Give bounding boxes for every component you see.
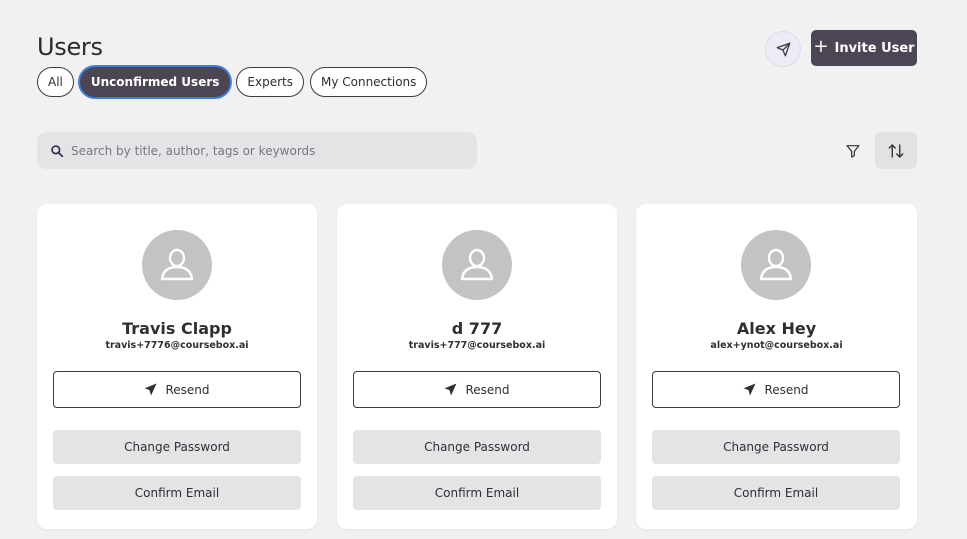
filter-tabs: All Unconfirmed Users Experts My Connect… (37, 67, 428, 97)
plus-icon: + (813, 36, 829, 57)
avatar (142, 230, 212, 300)
user-name: Travis Clapp (122, 319, 232, 338)
search-icon (50, 144, 64, 158)
user-email: alex+ynot@coursebox.ai (710, 340, 843, 351)
send-icon (144, 383, 157, 396)
filter-icon (845, 143, 861, 159)
tab-unconfirmed-users[interactable]: Unconfirmed Users (79, 67, 231, 97)
send-invite-button[interactable] (765, 31, 801, 67)
user-icon (157, 245, 197, 285)
tab-all[interactable]: All (37, 67, 74, 97)
send-icon (743, 383, 756, 396)
user-name: d 777 (451, 319, 503, 338)
confirm-email-button[interactable]: Confirm Email (53, 476, 301, 510)
confirm-email-button[interactable]: Confirm Email (353, 476, 601, 510)
user-card: Alex Hey alex+ynot@coursebox.ai Resend C… (636, 204, 917, 529)
avatar (741, 230, 811, 300)
user-email: travis+777@coursebox.ai (408, 340, 546, 351)
avatar (442, 230, 512, 300)
user-icon (756, 245, 796, 285)
invite-user-label: Invite User (834, 40, 915, 56)
search-bar (37, 132, 477, 169)
resend-label: Resend (165, 382, 210, 397)
page-title: Users (37, 33, 103, 61)
sort-icon (887, 142, 905, 160)
resend-label: Resend (764, 382, 809, 397)
change-password-button[interactable]: Change Password (353, 430, 601, 464)
filter-button[interactable] (836, 132, 870, 169)
search-input[interactable] (71, 143, 451, 158)
tab-experts[interactable]: Experts (236, 67, 304, 97)
resend-button[interactable]: Resend (53, 371, 301, 408)
change-password-button[interactable]: Change Password (652, 430, 900, 464)
user-email: travis+7776@coursebox.ai (105, 340, 249, 351)
change-password-button[interactable]: Change Password (53, 430, 301, 464)
confirm-email-button[interactable]: Confirm Email (652, 476, 900, 510)
user-card: Travis Clapp travis+7776@coursebox.ai Re… (37, 204, 317, 529)
resend-button[interactable]: Resend (652, 371, 900, 408)
send-icon (444, 383, 457, 396)
invite-user-button[interactable]: + Invite User (811, 30, 917, 66)
send-icon (776, 42, 791, 57)
user-card: d 777 travis+777@coursebox.ai Resend Cha… (337, 204, 617, 529)
user-name: Alex Hey (736, 319, 817, 338)
resend-label: Resend (465, 382, 510, 397)
sort-button[interactable] (875, 132, 917, 169)
user-icon (457, 245, 497, 285)
resend-button[interactable]: Resend (353, 371, 601, 408)
tab-my-connections[interactable]: My Connections (309, 67, 428, 97)
